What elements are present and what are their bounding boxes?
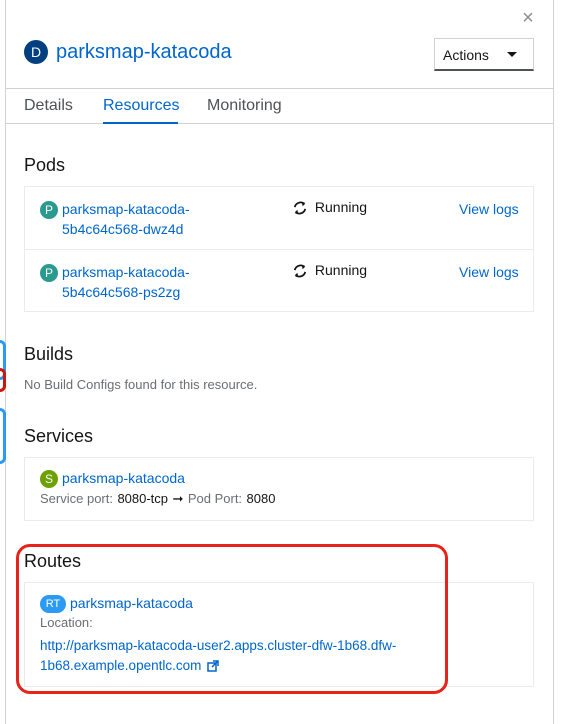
sync-icon: [293, 264, 307, 278]
pod-name-line: parksmap-katacoda-: [62, 264, 190, 280]
pod-badge-icon: P: [40, 201, 58, 219]
pod-name-link[interactable]: parksmap-katacoda- 5b4c64c568-dwz4d: [62, 199, 190, 239]
pod-status: Running: [293, 199, 367, 215]
tab-details[interactable]: Details: [24, 97, 73, 115]
resource-title[interactable]: parksmap-katacoda: [56, 41, 232, 64]
tab-resources[interactable]: Resources: [103, 97, 179, 115]
pod-badge-icon: P: [40, 264, 58, 282]
deployment-badge-icon: D: [24, 40, 48, 64]
services-heading: Services: [24, 426, 94, 446]
builds-heading: Builds: [24, 344, 74, 364]
resource-side-panel: × D parksmap-katacoda Actions Details Re…: [6, 0, 554, 724]
service-port-label: Service port:: [40, 491, 113, 506]
tab-bar: Details Resources Monitoring: [6, 88, 554, 124]
pods-heading: Pods: [24, 155, 66, 175]
pod-port-label: Pod Port:: [187, 491, 243, 506]
services-list: S parksmap-katacoda Service port: 8080-t…: [24, 457, 534, 521]
view-logs-link[interactable]: View logs: [459, 262, 519, 282]
actions-label: Actions: [443, 47, 489, 63]
pod-status: Running: [293, 262, 367, 278]
service-name-link[interactable]: parksmap-katacoda: [62, 468, 185, 488]
close-icon[interactable]: ×: [516, 6, 540, 30]
arrow-right-icon: ➞: [172, 491, 184, 506]
panel-header: D parksmap-katacoda: [24, 40, 232, 64]
service-port-value: 8080-tcp: [117, 491, 169, 506]
builds-empty-text: No Build Configs found for this resource…: [24, 377, 258, 392]
pod-port-value: 8080: [246, 491, 276, 506]
pod-name-link[interactable]: parksmap-katacoda- 5b4c64c568-ps2zg: [62, 262, 190, 302]
caret-down-icon: [507, 52, 517, 57]
view-logs-link[interactable]: View logs: [459, 199, 519, 219]
active-tab-indicator: [103, 122, 178, 124]
pod-name-line: parksmap-katacoda-: [62, 201, 190, 217]
pod-status-text: Running: [314, 199, 368, 215]
service-port-line: Service port: 8080-tcp ➞ Pod Port: 8080: [40, 490, 275, 508]
service-badge-icon: S: [40, 470, 58, 488]
sync-icon: [293, 201, 307, 215]
row-divider: [25, 249, 533, 250]
list-item: S parksmap-katacoda Service port: 8080-t…: [25, 468, 533, 512]
pods-list: P parksmap-katacoda- 5b4c64c568-dwz4d Ru…: [24, 186, 534, 312]
list-item: P parksmap-katacoda- 5b4c64c568-ps2zg Ru…: [25, 262, 533, 302]
tab-monitoring[interactable]: Monitoring: [207, 97, 282, 115]
pod-name-line: 5b4c64c568-ps2zg: [62, 284, 181, 300]
routes-highlight-annotation: [16, 544, 448, 694]
list-item: P parksmap-katacoda- 5b4c64c568-dwz4d Ru…: [25, 199, 533, 239]
actions-dropdown[interactable]: Actions: [434, 38, 534, 71]
pod-status-text: Running: [314, 262, 368, 278]
pod-name-line: 5b4c64c568-dwz4d: [62, 221, 184, 237]
